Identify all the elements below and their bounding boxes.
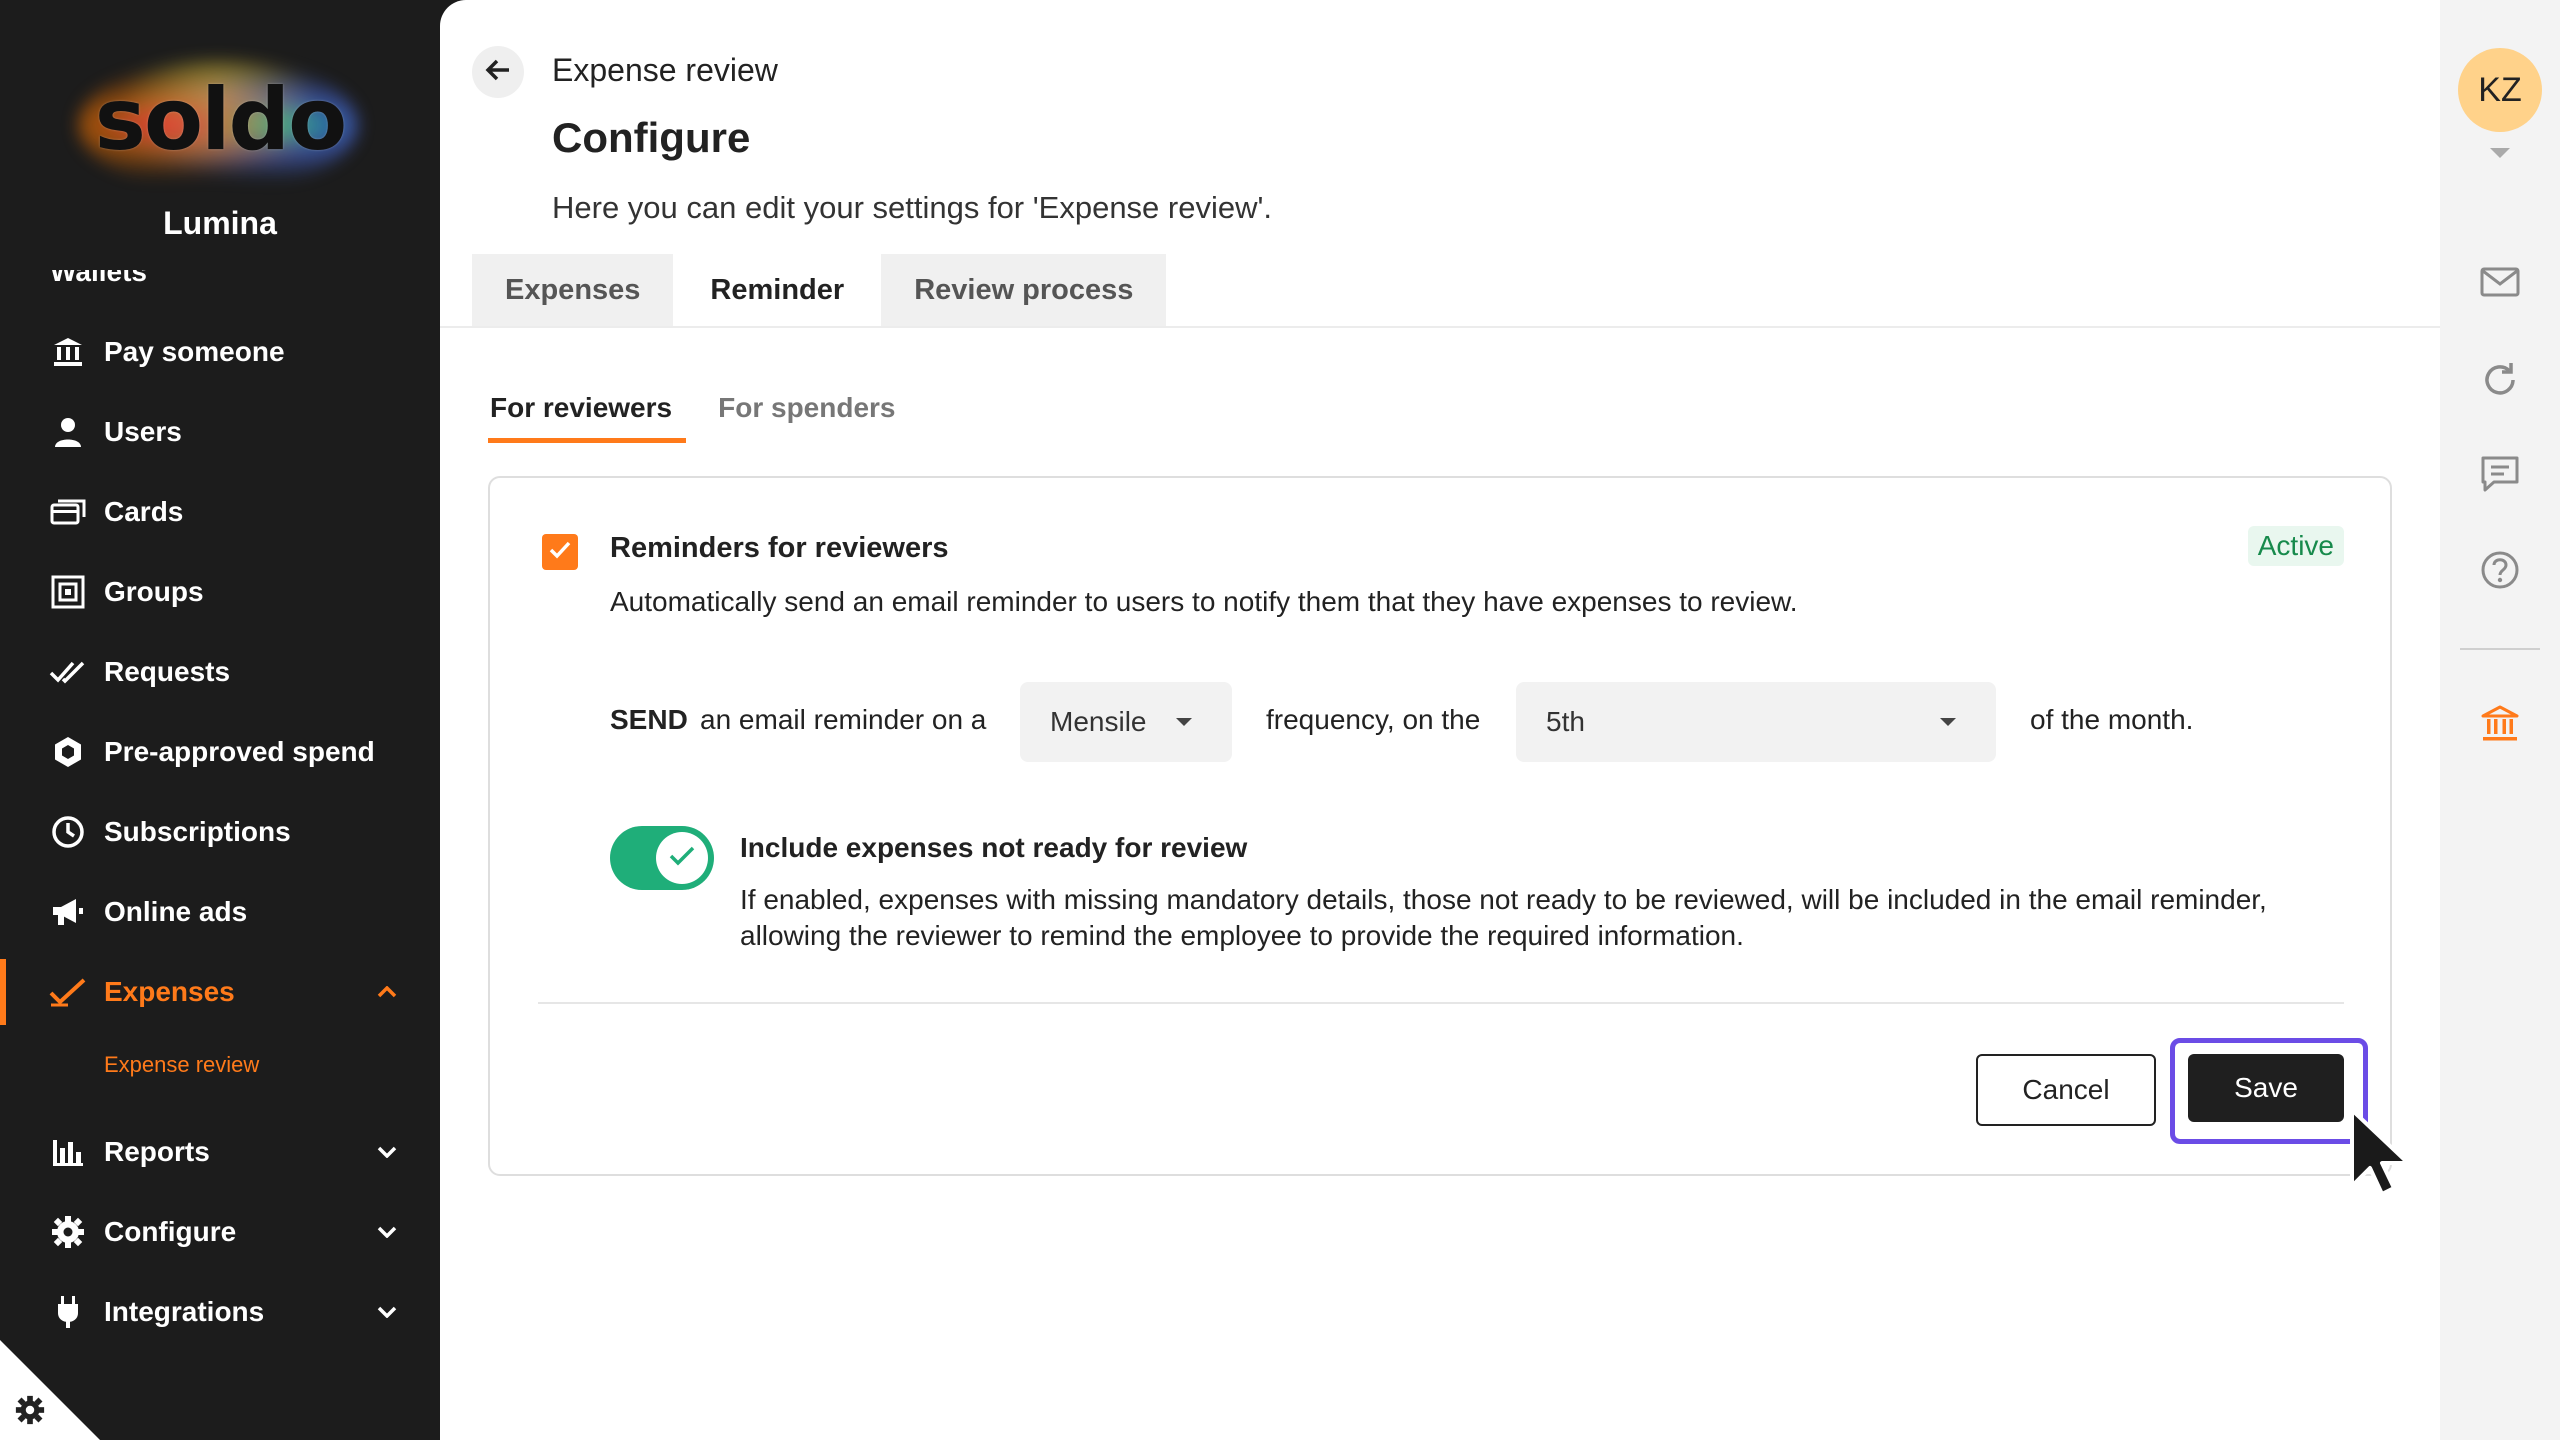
- logo[interactable]: soldo: [0, 40, 440, 210]
- sidebar-item-expenses[interactable]: Expenses: [0, 957, 440, 1027]
- mouse-cursor-icon: [2348, 1106, 2418, 1198]
- megaphone-icon: [48, 892, 88, 932]
- gear-icon: [48, 1212, 88, 1252]
- sidebar: soldo Lumina Wallets Pay someone Users C…: [0, 0, 440, 1440]
- bar-chart-icon: [48, 1132, 88, 1172]
- tab-expenses[interactable]: Expenses: [472, 254, 674, 326]
- sidebar-item-users[interactable]: Users: [0, 397, 440, 467]
- plug-icon: [48, 1292, 88, 1332]
- sidebar-item-label: Users: [104, 416, 182, 447]
- caret-down-icon: [1940, 718, 1956, 726]
- checkmark-icon: [548, 540, 572, 565]
- logo-text: soldo: [94, 70, 347, 170]
- cancel-button[interactable]: Cancel: [1976, 1054, 2156, 1126]
- sidebar-item-groups[interactable]: Groups: [0, 557, 440, 627]
- sidebar-item-reports[interactable]: Reports: [0, 1117, 440, 1187]
- refresh-icon[interactable]: [2480, 360, 2520, 400]
- status-badge: Active: [2247, 526, 2344, 566]
- send-text-1: an email reminder on a: [700, 704, 987, 735]
- chat-icon[interactable]: [2480, 454, 2520, 494]
- sidebar-item-partial[interactable]: Wallets: [50, 270, 200, 288]
- send-schedule-row: SEND an email reminder on a Mensile freq…: [610, 682, 2310, 762]
- sidebar-item-subscriptions[interactable]: Subscriptions: [0, 797, 440, 867]
- sidebar-item-label: Pre-approved spend: [104, 736, 375, 767]
- reminder-card: Reminders for reviewers Automatically se…: [488, 476, 2410, 1196]
- page-subtitle: Here you can edit your settings for 'Exp…: [552, 190, 1273, 225]
- hexagon-icon: [48, 732, 88, 772]
- tab-bar: Expenses Reminder Review process: [472, 254, 1170, 326]
- sidebar-item-configure[interactable]: Configure: [0, 1197, 440, 1267]
- back-button[interactable]: [472, 46, 524, 98]
- sidebar-item-label: Configure: [104, 1216, 237, 1247]
- sidebar-item-pre-approved-spend[interactable]: Pre-approved spend: [0, 717, 440, 787]
- mail-icon[interactable]: [2480, 262, 2520, 302]
- sidebar-item-label: Pay someone: [104, 336, 285, 367]
- avatar-caret-icon[interactable]: [2490, 148, 2510, 158]
- include-description: If enabled, expenses with missing mandat…: [740, 884, 2267, 951]
- sidebar-item-integrations[interactable]: Integrations: [0, 1277, 440, 1347]
- frequency-value: Mensile: [1050, 706, 1147, 737]
- frequency-select[interactable]: Mensile: [1020, 682, 1232, 762]
- reminders-checkbox[interactable]: [542, 534, 578, 570]
- bank-transfer-icon: [48, 332, 88, 372]
- arrow-left-icon: [485, 59, 511, 86]
- company-name: Lumina: [163, 205, 277, 241]
- bank-icon[interactable]: [2480, 704, 2520, 744]
- chevron-down-icon[interactable]: [374, 1219, 400, 1245]
- card-divider: [538, 1002, 2344, 1004]
- chevron-down-icon[interactable]: [374, 1299, 400, 1325]
- sidebar-item-label: Groups: [104, 576, 204, 607]
- card-description: Automatically send an email reminder to …: [610, 586, 1798, 617]
- cards-icon: [48, 492, 88, 532]
- page-title: Configure: [552, 114, 751, 161]
- right-rail: KZ: [2440, 0, 2560, 1440]
- send-label: SEND: [610, 704, 688, 735]
- help-icon[interactable]: [2480, 550, 2520, 590]
- sidebar-item-label: Integrations: [104, 1296, 265, 1327]
- avatar[interactable]: KZ: [2458, 48, 2542, 132]
- check-icon: [48, 972, 88, 1012]
- sidebar-item-cards[interactable]: Cards: [0, 477, 440, 547]
- toggle-knob: [656, 832, 708, 884]
- sidebar-item-label: Cards: [104, 496, 184, 527]
- sidebar-item-label: Subscriptions: [104, 816, 291, 847]
- checkmark-icon: [668, 845, 696, 872]
- subtab-for-reviewers[interactable]: For reviewers: [488, 392, 687, 443]
- chevron-up-icon[interactable]: [374, 979, 400, 1005]
- chevron-down-icon[interactable]: [374, 1139, 400, 1165]
- subtab-for-spenders[interactable]: For spenders: [718, 392, 895, 443]
- sidebar-item-label: Expenses: [104, 976, 235, 1007]
- user-icon: [48, 412, 88, 452]
- sidebar-item-label: Reports: [104, 1136, 210, 1167]
- tab-reminder[interactable]: Reminder: [677, 254, 878, 326]
- tab-bar-divider: [440, 326, 2440, 328]
- double-check-icon: [48, 652, 88, 692]
- groups-icon: [48, 572, 88, 612]
- main-content: Expense review Configure Here you can ed…: [440, 0, 2440, 1440]
- caret-down-icon: [1176, 718, 1192, 726]
- card-title: Reminders for reviewers: [610, 532, 949, 564]
- sidebar-item-label: Requests: [104, 656, 231, 687]
- send-text-2: frequency, on the: [1266, 704, 1481, 735]
- clock-icon: [48, 812, 88, 852]
- breadcrumb: Expense review: [552, 52, 778, 88]
- save-button[interactable]: Save: [2188, 1054, 2344, 1122]
- include-expenses-toggle[interactable]: [610, 826, 714, 890]
- sidebar-item-pay-someone[interactable]: Pay someone: [0, 317, 440, 387]
- day-select[interactable]: 5th: [1516, 682, 1996, 762]
- settings-gear-icon[interactable]: [14, 1394, 46, 1426]
- sidebar-subitem-expense-review[interactable]: Expense review: [104, 1052, 259, 1078]
- tab-review-process[interactable]: Review process: [881, 254, 1167, 326]
- include-title: Include expenses not ready for review: [740, 832, 1248, 863]
- rail-divider: [2460, 648, 2540, 650]
- sidebar-item-requests[interactable]: Requests: [0, 637, 440, 707]
- sidebar-item-label: Online ads: [104, 896, 248, 927]
- sidebar-item-online-ads[interactable]: Online ads: [0, 877, 440, 947]
- send-text-3: of the month.: [2030, 704, 2194, 735]
- day-value: 5th: [1546, 706, 1585, 737]
- subtab-bar: For reviewers For spenders: [488, 392, 928, 443]
